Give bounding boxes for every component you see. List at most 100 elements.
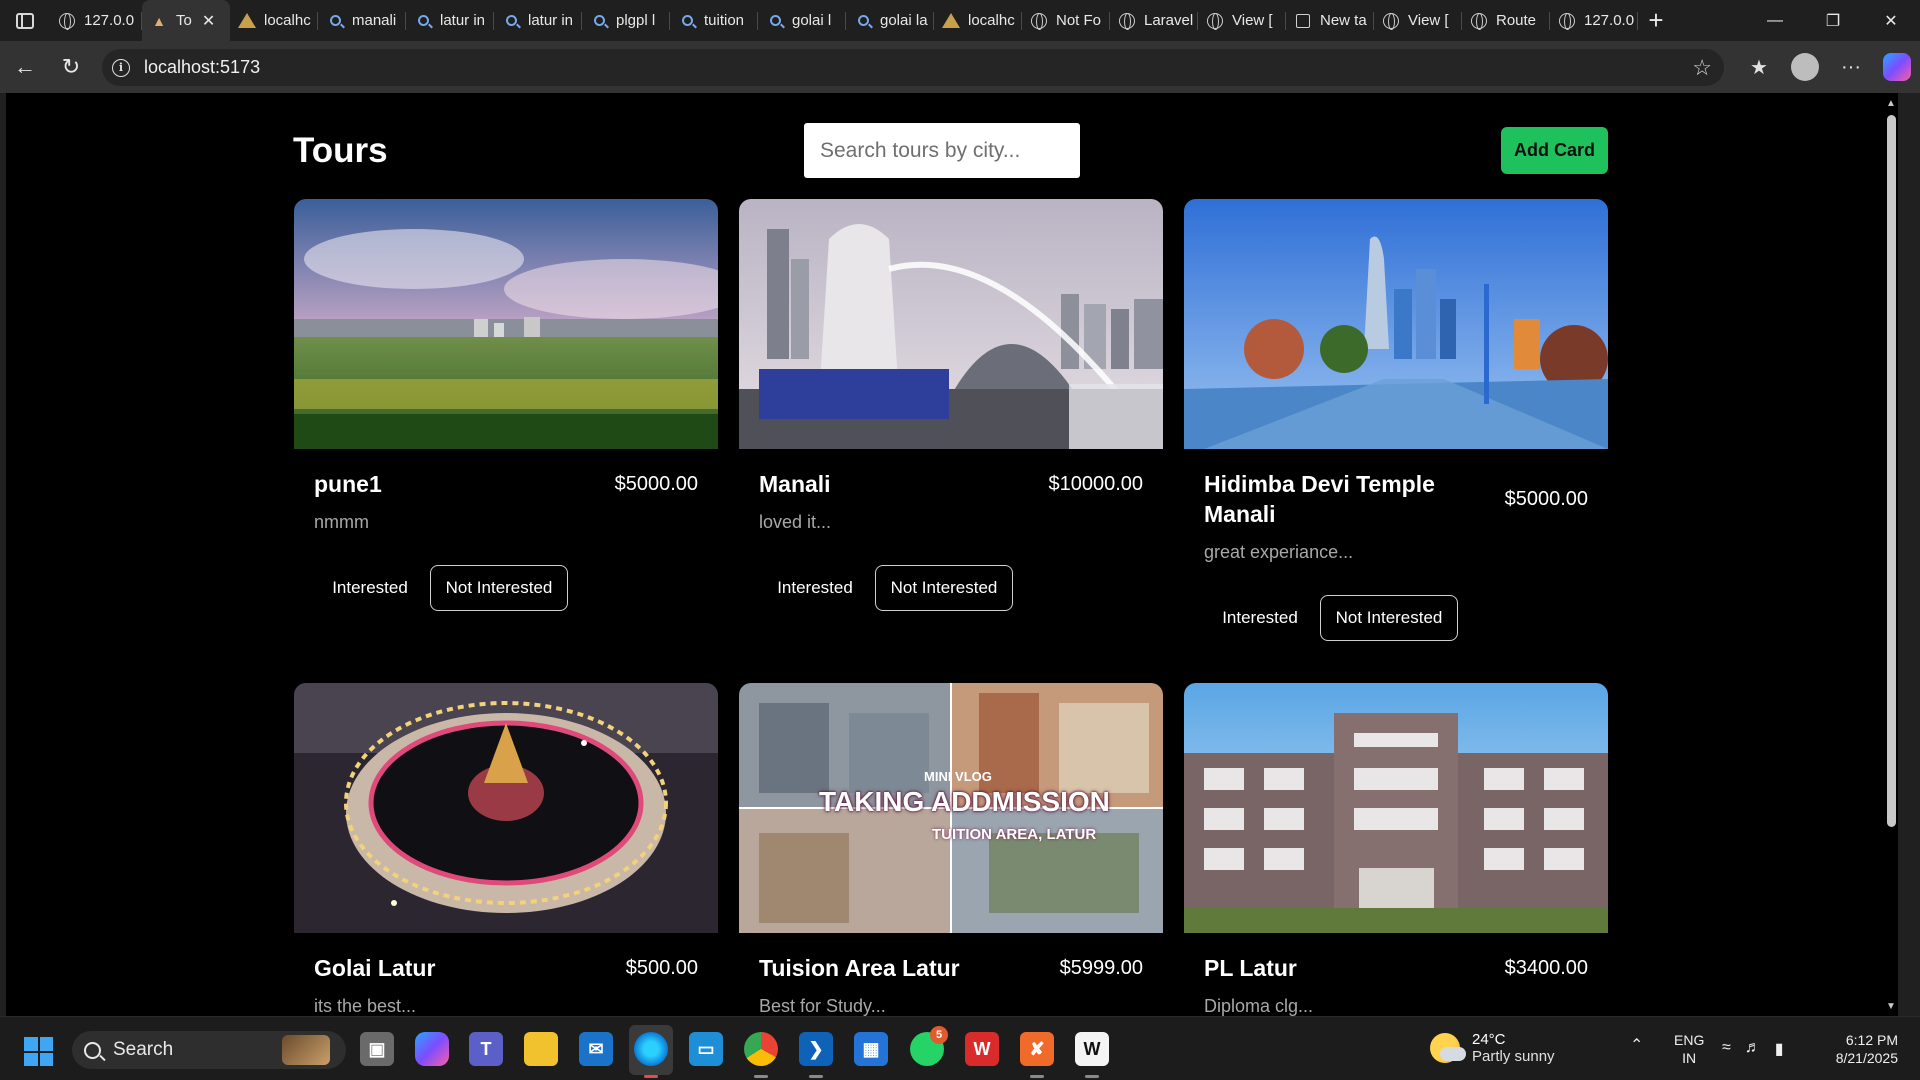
clock[interactable]: 6:12 PM 8/21/2025 bbox=[1836, 1031, 1898, 1067]
weather-description: Partly sunny bbox=[1472, 1048, 1555, 1065]
edge-browser-icon[interactable] bbox=[634, 1032, 668, 1066]
tour-favicon-icon: ▲ bbox=[152, 12, 166, 29]
close-tab-icon[interactable]: ✕ bbox=[202, 11, 215, 31]
globe-icon bbox=[1558, 12, 1576, 30]
tab-actions-menu-icon[interactable] bbox=[0, 0, 50, 41]
remote-desktop-icon[interactable]: ▭ bbox=[689, 1032, 723, 1066]
tab-label: Not Fo bbox=[1056, 12, 1102, 29]
refresh-icon[interactable]: ↻ bbox=[48, 47, 94, 87]
tab-label: golai l bbox=[792, 12, 832, 29]
favorite-star-icon[interactable]: ☆ bbox=[1692, 55, 1712, 81]
vscode-icon[interactable]: ❯ bbox=[799, 1032, 833, 1066]
close-window-icon[interactable]: ✕ bbox=[1862, 0, 1920, 41]
search-icon bbox=[590, 12, 608, 30]
address-url[interactable]: localhost:5173 bbox=[144, 57, 260, 78]
search-icon bbox=[502, 12, 520, 30]
tab-route[interactable]: Route bbox=[1462, 0, 1550, 41]
battery-icon[interactable]: ▮ bbox=[1775, 1039, 1784, 1059]
tab-label: 127.0.0 bbox=[1584, 12, 1635, 29]
tour-card: MINI VLOG TAKING ADDMISSION TUITION AREA… bbox=[739, 683, 1163, 1016]
file-explorer-icon[interactable] bbox=[524, 1032, 558, 1066]
windows-start-icon[interactable] bbox=[24, 1037, 53, 1066]
teams-icon[interactable]: T bbox=[469, 1032, 503, 1066]
tour-card: Manali $10000.00 loved it... Interested … bbox=[739, 199, 1163, 649]
site-info-icon[interactable]: i bbox=[112, 58, 130, 77]
search-icon bbox=[84, 1041, 101, 1059]
tab-tours-active[interactable]: ▲ To ✕ bbox=[142, 0, 230, 41]
tab-label: 127.0.0 bbox=[84, 12, 135, 29]
task-view-icon[interactable]: ▣ bbox=[360, 1032, 394, 1066]
tab-label: View [ bbox=[1408, 12, 1449, 29]
tab-label: plgpl l bbox=[616, 12, 656, 29]
back-arrow-icon[interactable]: ← bbox=[2, 47, 48, 87]
tab-golai[interactable]: golai l bbox=[758, 0, 846, 41]
search-highlight-image bbox=[282, 1035, 330, 1065]
tab-golai-2[interactable]: golai la bbox=[846, 0, 934, 41]
wps-office-icon[interactable]: W bbox=[965, 1032, 999, 1066]
scroll-down-arrow-icon[interactable]: ▼ bbox=[1886, 1001, 1896, 1012]
tab-tuition[interactable]: tuition bbox=[670, 0, 758, 41]
profile-avatar[interactable] bbox=[1791, 53, 1819, 81]
restore-icon[interactable]: ❐ bbox=[1804, 0, 1862, 41]
new-tab-button[interactable]: + bbox=[1638, 0, 1674, 41]
not-interested-button[interactable]: Not Interested bbox=[875, 565, 1013, 611]
tab-latur-in[interactable]: latur in bbox=[406, 0, 494, 41]
interested-button[interactable]: Interested bbox=[314, 565, 426, 611]
xampp-icon[interactable]: ✘ bbox=[1020, 1032, 1054, 1066]
add-card-button[interactable]: Add Card bbox=[1501, 127, 1608, 174]
weather-widget[interactable]: 24°C Partly sunny bbox=[1430, 1031, 1555, 1065]
show-hidden-icons-chevron-icon[interactable]: ⌃ bbox=[1630, 1035, 1643, 1055]
window-controls: — ❐ ✕ bbox=[1746, 0, 1920, 41]
page-scrollbar[interactable]: ▲ ▼ bbox=[1884, 93, 1898, 1016]
volume-icon[interactable]: ♬ bbox=[1745, 1039, 1761, 1059]
tab-127-0-0-1[interactable]: 127.0.0 bbox=[50, 0, 142, 41]
more-menu-icon[interactable]: ··· bbox=[1828, 47, 1874, 87]
tab-label: manali bbox=[352, 12, 397, 29]
tab-label: latur in bbox=[528, 12, 574, 29]
tab-new-tab[interactable]: New ta bbox=[1286, 0, 1374, 41]
address-bar[interactable]: i localhost:5173 ☆ bbox=[102, 49, 1724, 86]
favorites-icon[interactable]: ★ bbox=[1736, 47, 1782, 87]
tab-localhost-2[interactable]: localhc bbox=[934, 0, 1022, 41]
mail-icon[interactable]: ✉ bbox=[579, 1032, 613, 1066]
tab-manali[interactable]: manali bbox=[318, 0, 406, 41]
tab-view-2[interactable]: View [ bbox=[1374, 0, 1462, 41]
language-indicator[interactable]: ENG IN bbox=[1674, 1031, 1704, 1067]
copilot-icon[interactable] bbox=[1883, 53, 1911, 81]
not-interested-button[interactable]: Not Interested bbox=[430, 565, 568, 611]
calendar-icon[interactable]: ▦ bbox=[854, 1032, 888, 1066]
copilot-app-icon[interactable] bbox=[415, 1032, 449, 1066]
not-interested-button[interactable]: Not Interested bbox=[1320, 595, 1458, 641]
toolbar-right: ★ ··· bbox=[1736, 41, 1920, 93]
tour-image bbox=[739, 199, 1163, 449]
running-app-indicator bbox=[1085, 1075, 1099, 1078]
globe-icon bbox=[1030, 12, 1048, 30]
thumbnail-line3: TUITION AREA, LATUR bbox=[932, 826, 1097, 843]
notion-like-app-icon[interactable]: W bbox=[1075, 1032, 1109, 1066]
taskbar-search[interactable]: Search bbox=[72, 1031, 346, 1069]
tab-label: localhc bbox=[264, 12, 311, 29]
interested-button[interactable]: Interested bbox=[1204, 595, 1316, 641]
tab-localhost[interactable]: localhc bbox=[230, 0, 318, 41]
tab-view[interactable]: View [ bbox=[1198, 0, 1286, 41]
search-input[interactable] bbox=[804, 123, 1080, 178]
search-icon bbox=[414, 12, 432, 30]
tab-latur-in-2[interactable]: latur in bbox=[494, 0, 582, 41]
tab-laravel[interactable]: Laravel bbox=[1110, 0, 1198, 41]
whatsapp-icon[interactable]: 5 bbox=[910, 1026, 948, 1066]
region-code: IN bbox=[1682, 1050, 1697, 1066]
tab-not-found[interactable]: Not Fo bbox=[1022, 0, 1110, 41]
scrollbar-thumb[interactable] bbox=[1887, 115, 1896, 827]
interested-button[interactable]: Interested bbox=[759, 565, 871, 611]
scroll-up-arrow-icon[interactable]: ▲ bbox=[1886, 98, 1896, 109]
tab-127-0-0-1-2[interactable]: 127.0.0 bbox=[1550, 0, 1638, 41]
clock-time: 6:12 PM bbox=[1845, 1032, 1898, 1048]
chrome-icon[interactable] bbox=[744, 1032, 778, 1066]
vite-icon bbox=[238, 12, 256, 30]
minimize-icon[interactable]: — bbox=[1746, 0, 1804, 41]
search-icon bbox=[766, 12, 784, 30]
tour-image: MINI VLOG TAKING ADDMISSION TUITION AREA… bbox=[739, 683, 1163, 933]
wifi-icon[interactable]: ≈ bbox=[1722, 1039, 1731, 1059]
vite-icon bbox=[942, 12, 960, 30]
tab-plgpl[interactable]: plgpl l bbox=[582, 0, 670, 41]
